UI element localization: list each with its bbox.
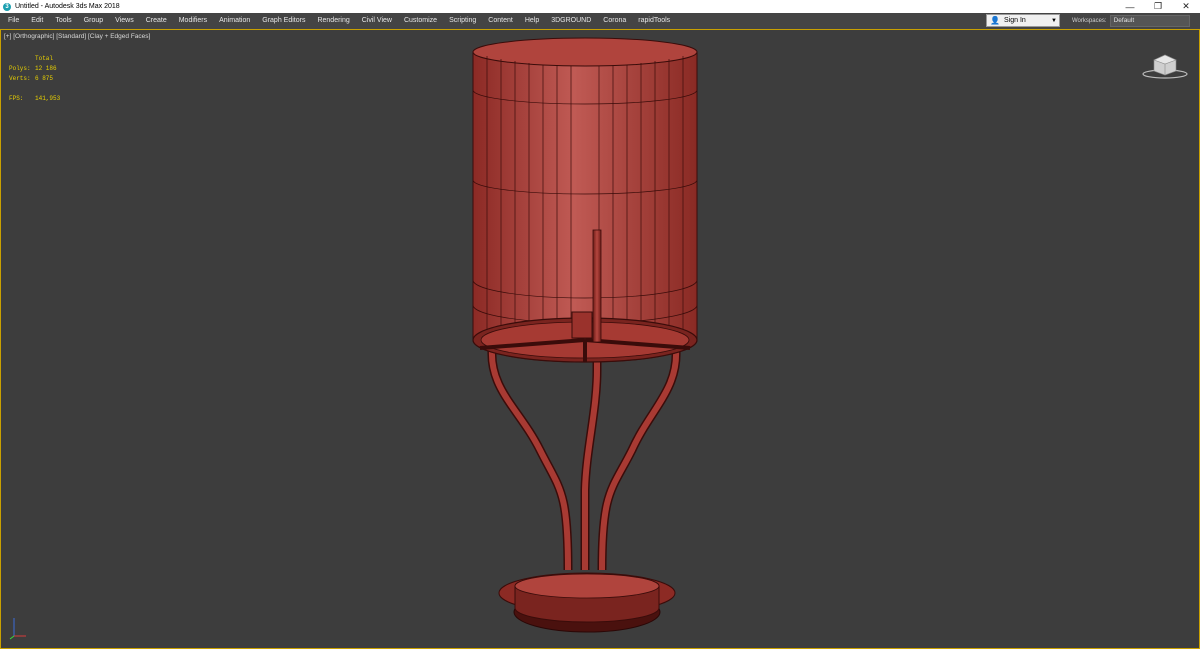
- polys-label: Polys:: [9, 65, 31, 72]
- menu-corona[interactable]: Corona: [597, 13, 632, 29]
- menu-create[interactable]: Create: [140, 13, 173, 29]
- window-title: Untitled - Autodesk 3ds Max 2018: [15, 3, 120, 10]
- menu-animation[interactable]: Animation: [213, 13, 256, 29]
- menu-scripting[interactable]: Scripting: [443, 13, 482, 29]
- restore-icon[interactable]: ❐: [1144, 0, 1172, 13]
- menu-rendering[interactable]: Rendering: [311, 13, 355, 29]
- menu-civil-view[interactable]: Civil View: [356, 13, 398, 29]
- axis-tripod-icon: [9, 618, 26, 640]
- viewcube-icon[interactable]: [1140, 50, 1190, 80]
- menu-rapidtools[interactable]: rapidTools: [632, 13, 676, 29]
- close-icon[interactable]: ✕: [1172, 0, 1200, 13]
- workspaces-selector: Workspaces: Default: [1072, 14, 1190, 27]
- menu-customize[interactable]: Customize: [398, 13, 443, 29]
- menu-graph-editors[interactable]: Graph Editors: [256, 13, 311, 29]
- menu-help[interactable]: Help: [519, 13, 545, 29]
- viewport-label[interactable]: [+] [Orthographic] [Standard] [Clay + Ed…: [4, 33, 150, 40]
- chevron-down-icon: ▼: [1051, 17, 1057, 24]
- menu-group[interactable]: Group: [78, 13, 109, 29]
- workspace-select[interactable]: Default: [1109, 14, 1190, 27]
- window-controls: — ❐ ✕: [1116, 0, 1200, 13]
- menu-file[interactable]: File: [0, 13, 25, 29]
- user-icon: 👤: [990, 16, 1000, 25]
- sign-in-dropdown[interactable]: 👤 Sign In ▼: [986, 14, 1060, 27]
- polys-value: 12 186: [35, 65, 57, 72]
- menu-views[interactable]: Views: [109, 13, 140, 29]
- app-icon: 3: [3, 2, 11, 11]
- title-bar: 3 Untitled - Autodesk 3ds Max 2018 — ❐ ✕: [0, 0, 1200, 13]
- viewport-stats: Total Polys: 12 186 Verts: 6 875 FPS: 141,9…: [9, 54, 60, 104]
- menu-tools[interactable]: Tools: [49, 13, 77, 29]
- stats-header: Total: [35, 55, 54, 62]
- menu-content[interactable]: Content: [482, 13, 519, 29]
- water-tower-model[interactable]: [440, 30, 730, 640]
- minimize-icon[interactable]: —: [1116, 0, 1144, 13]
- menu-edit[interactable]: Edit: [25, 13, 49, 29]
- verts-label: Verts:: [9, 75, 31, 82]
- menu-3dground[interactable]: 3DGROUND: [545, 13, 597, 29]
- menu-modifiers[interactable]: Modifiers: [173, 13, 213, 29]
- sign-in-label: Sign In: [1004, 17, 1026, 24]
- fps-label: FPS:: [9, 95, 24, 102]
- fps-value: 141,953: [35, 95, 61, 102]
- verts-value: 6 875: [35, 75, 54, 82]
- workspaces-label: Workspaces:: [1072, 17, 1107, 24]
